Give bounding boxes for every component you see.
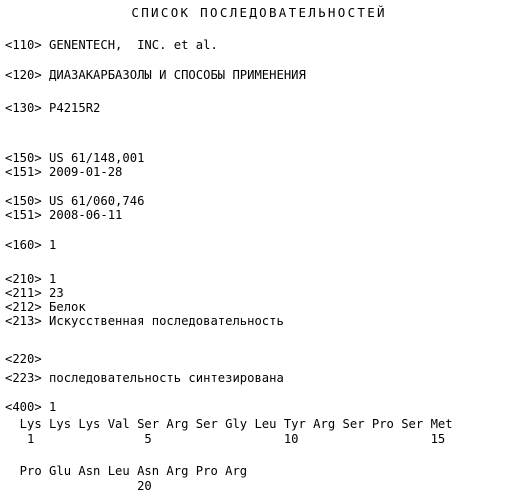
- field-number-of-sequences: <160> 1: [5, 238, 57, 252]
- sequence-residue-row: Lys Lys Lys Val Ser Arg Ser Gly Leu Tyr …: [5, 417, 453, 431]
- field-other-information: <223> последовательность синтезирована: [5, 371, 284, 385]
- page-title: СПИСОК ПОСЛЕДОВАТЕЛЬНОСТЕЙ: [131, 5, 387, 20]
- field-file-reference: <130> P4215R2: [5, 101, 101, 115]
- sequence-number-row: 20: [5, 479, 152, 493]
- field-applicant: <110> GENENTECH, INC. et al.: [5, 38, 218, 52]
- field-priority-1-number: <150> US 61/148,001: [5, 151, 145, 165]
- field-type: <212> Белок: [5, 300, 86, 314]
- sequence-residue-row: Pro Glu Asn Leu Asn Arg Pro Arg: [5, 464, 248, 478]
- field-length: <211> 23: [5, 286, 64, 300]
- field-invention-title: <120> ДИАЗАКАРБАЗОЛЫ И СПОСОБЫ ПРИМЕНЕНИ…: [5, 68, 306, 82]
- field-priority-1-date: <151> 2009-01-28: [5, 165, 123, 179]
- field-sequence-header: <400> 1: [5, 400, 57, 414]
- field-priority-2-date: <151> 2008-06-11: [5, 208, 123, 222]
- field-seq-id-no: <210> 1: [5, 272, 57, 286]
- field-priority-2-number: <150> US 61/060,746: [5, 194, 145, 208]
- field-feature: <220>: [5, 352, 42, 366]
- field-organism: <213> Искусственная последовательность: [5, 314, 284, 328]
- sequence-number-row: 1 5 10 15: [5, 432, 446, 446]
- sequence-listing-page: СПИСОК ПОСЛЕДОВАТЕЛЬНОСТЕЙ <110> GENENTE…: [0, 0, 516, 500]
